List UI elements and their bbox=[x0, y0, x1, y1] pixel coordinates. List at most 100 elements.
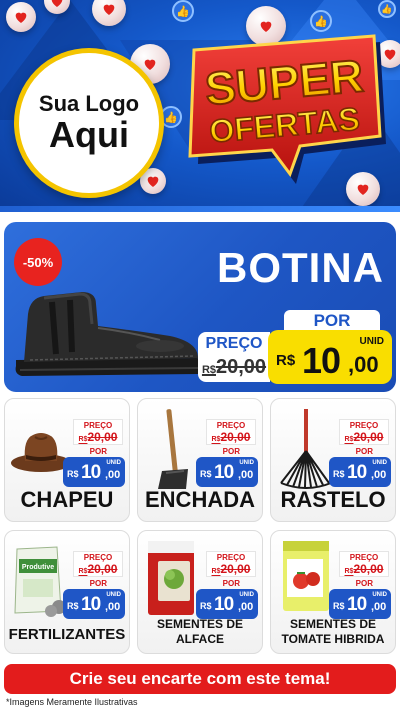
old-price-label: PREÇO bbox=[216, 421, 246, 430]
product-card-rastelo[interactable]: PREÇO R$20,00 POR UNID R$ 10 ,00 RASTELO bbox=[270, 398, 396, 522]
super-ofertas-sign: SUPER OFERTAS bbox=[188, 34, 386, 184]
old-price-box: PREÇO R$20,00 bbox=[73, 419, 123, 445]
product-name-line2: ALFACE bbox=[176, 632, 224, 646]
product-name: FERTILIZANTES bbox=[8, 626, 126, 643]
logo-text-line2: Aqui bbox=[49, 114, 129, 156]
featured-product-title: BOTINA bbox=[217, 244, 384, 291]
old-price-box: PREÇO R$20,00 bbox=[206, 419, 256, 445]
product-name-line2: TOMATE HIBRIDA bbox=[281, 632, 385, 646]
product-name-line1: SEMENTES DE bbox=[289, 617, 376, 631]
old-price-label: PREÇO bbox=[205, 335, 263, 352]
new-price-box: UNID R$ 10 ,00 bbox=[329, 457, 391, 487]
new-price-box: UNID R$ 10 ,00 bbox=[63, 457, 125, 487]
old-price-value: R$20,00 bbox=[207, 430, 255, 444]
old-price-label: PREÇO bbox=[83, 553, 113, 562]
price-currency: R$ bbox=[333, 469, 345, 479]
price-currency: R$ bbox=[276, 352, 296, 369]
unit-label: UNID bbox=[106, 592, 121, 598]
price-integer: 10 bbox=[302, 340, 341, 381]
price-decimal: ,00 bbox=[348, 352, 379, 377]
old-price-label: PREÇO bbox=[83, 421, 113, 430]
price-integer: 10 bbox=[347, 594, 367, 615]
boot-icon bbox=[15, 292, 203, 376]
old-price-value: R$20,00 bbox=[198, 356, 270, 379]
price-integer: 10 bbox=[214, 462, 234, 483]
old-price-amount: 20,00 bbox=[87, 430, 118, 444]
old-price-box: PREÇO R$20,00 bbox=[339, 419, 389, 445]
price-decimal: ,00 bbox=[371, 469, 387, 481]
old-price-amount: 20,00 bbox=[216, 356, 267, 378]
por-label: POR bbox=[89, 447, 107, 456]
old-price-box: PREÇO R$20,00 bbox=[73, 551, 123, 577]
header-banner: 👍 👍 👍 👍 Sua Logo Aqui SUPER OFERTAS bbox=[0, 0, 400, 212]
price-currency: R$ bbox=[200, 469, 212, 479]
old-price-label: PREÇO bbox=[216, 553, 246, 562]
old-price-box: PREÇO R$20,00 bbox=[206, 551, 256, 577]
unit-label: UNID bbox=[372, 460, 387, 466]
por-label: POR bbox=[355, 447, 373, 456]
price-integer: 10 bbox=[347, 462, 367, 483]
price-integer: 10 bbox=[214, 594, 234, 615]
unit-label: UNID bbox=[239, 592, 254, 598]
price-currency: R$ bbox=[200, 601, 212, 611]
logo-placeholder: Sua Logo Aqui bbox=[14, 48, 164, 198]
product-name: SEMENTES DE ALFACE bbox=[138, 617, 262, 647]
old-price-amount: 20,00 bbox=[353, 562, 384, 576]
old-price-amount: 20,00 bbox=[353, 430, 384, 444]
unit-label: UNID bbox=[239, 460, 254, 466]
thumbs-up-icon: 👍 bbox=[310, 10, 332, 32]
price-currency: R$ bbox=[333, 601, 345, 611]
old-price-value: R$20,00 bbox=[340, 562, 388, 576]
disclaimer-text: *Imagens Meramente Ilustrativas bbox=[6, 697, 138, 707]
featured-product-card[interactable]: -50% BOTINA PREÇO R$20,00 POR UNID R$ 10… bbox=[4, 222, 396, 392]
old-price-label: PREÇO bbox=[349, 553, 379, 562]
price-currency: R$ bbox=[67, 469, 79, 479]
heart-bubble-icon bbox=[6, 2, 36, 32]
price-currency: R$ bbox=[67, 601, 79, 611]
product-name: RASTELO bbox=[280, 487, 386, 512]
featured-new-price: UNID R$ 10 ,00 bbox=[268, 330, 392, 384]
price-integer: 10 bbox=[81, 462, 101, 483]
product-card-chapeu[interactable]: PREÇO R$20,00 POR UNID R$ 10 ,00 CHAPEU bbox=[4, 398, 130, 522]
por-label: POR bbox=[89, 579, 107, 588]
product-card-sementes-tomate[interactable]: PREÇO R$20,00 POR UNID R$ 10 ,00 SEMENTE… bbox=[270, 530, 396, 654]
new-price-box: UNID R$ 10 ,00 bbox=[329, 589, 391, 619]
product-name: SEMENTES DE TOMATE HIBRIDA bbox=[271, 617, 395, 647]
create-flyer-button[interactable]: Crie seu encarte com este tema! bbox=[4, 664, 396, 694]
product-card-fertilizantes[interactable]: Produtive PREÇO R$20,00 POR UNID R$ 10 ,… bbox=[4, 530, 130, 654]
thumbs-up-icon: 👍 bbox=[172, 0, 194, 22]
por-label: POR bbox=[222, 447, 240, 456]
por-label: POR bbox=[355, 579, 373, 588]
product-name: ENCHADA bbox=[145, 487, 255, 512]
price-decimal: ,00 bbox=[238, 469, 254, 481]
old-price-value: R$20,00 bbox=[340, 430, 388, 444]
product-name: CHAPEU bbox=[20, 487, 114, 512]
por-label: POR bbox=[284, 310, 380, 332]
featured-old-price: PREÇO R$20,00 bbox=[198, 332, 270, 382]
old-price-label: PREÇO bbox=[349, 421, 379, 430]
new-price-box: UNID R$ 10 ,00 bbox=[196, 457, 258, 487]
unit-label: UNID bbox=[372, 592, 387, 598]
old-price-currency: R$ bbox=[201, 364, 216, 376]
product-name-line1: SEMENTES DE bbox=[156, 617, 243, 631]
old-price-value: R$20,00 bbox=[74, 430, 122, 444]
product-card-enchada[interactable]: PREÇO R$20,00 POR UNID R$ 10 ,00 ENCHADA bbox=[137, 398, 263, 522]
thumbs-up-icon: 👍 bbox=[378, 0, 396, 18]
unit-label: UNID bbox=[106, 460, 121, 466]
price-decimal: ,00 bbox=[105, 601, 121, 613]
logo-text-line1: Sua Logo bbox=[38, 91, 140, 116]
svg-text:Produtive: Produtive bbox=[22, 564, 54, 571]
old-price-amount: 20,00 bbox=[220, 562, 251, 576]
unit-label: UNID bbox=[359, 336, 384, 347]
product-card-sementes-alface[interactable]: PREÇO R$20,00 POR UNID R$ 10 ,00 SEMENTE… bbox=[137, 530, 263, 654]
old-price-box: PREÇO R$20,00 bbox=[339, 551, 389, 577]
price-decimal: ,00 bbox=[105, 469, 121, 481]
price-integer: 10 bbox=[81, 594, 101, 615]
new-price-box: UNID R$ 10 ,00 bbox=[63, 589, 125, 619]
new-price-box: UNID R$ 10 ,00 bbox=[196, 589, 258, 619]
por-label: POR bbox=[222, 579, 240, 588]
price-decimal: ,00 bbox=[238, 601, 254, 613]
old-price-amount: 20,00 bbox=[220, 430, 251, 444]
old-price-amount: 20,00 bbox=[87, 562, 118, 576]
old-price-value: R$20,00 bbox=[207, 562, 255, 576]
